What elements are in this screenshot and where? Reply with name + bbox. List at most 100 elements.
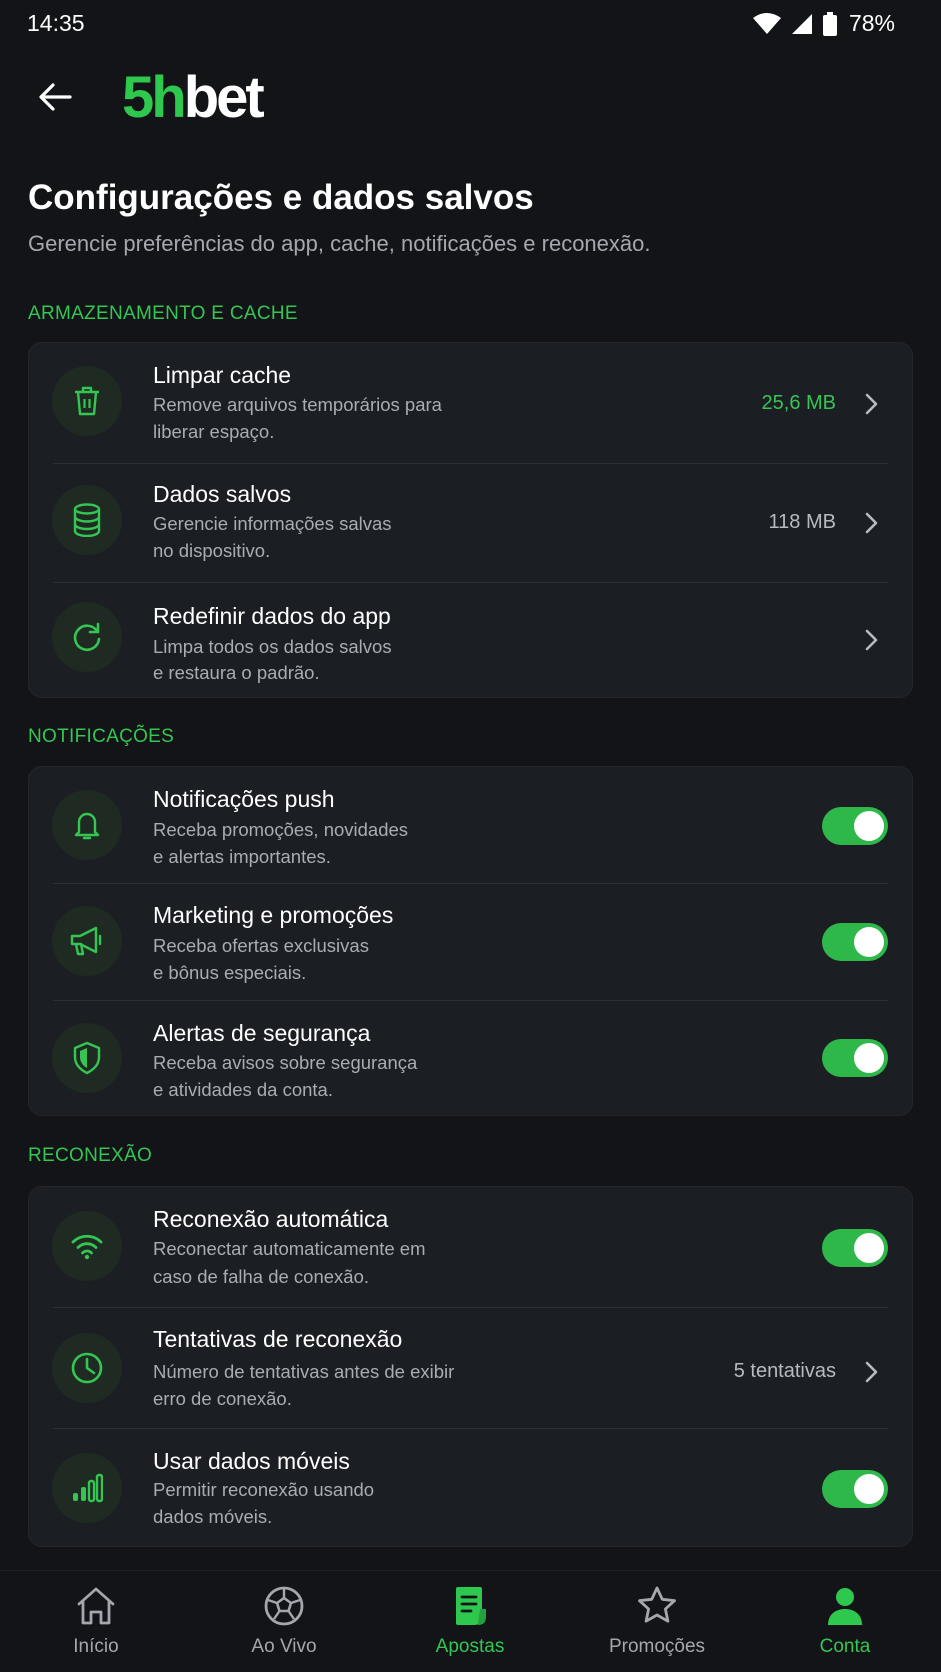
nav-label-promotions: Promoções bbox=[608, 1636, 706, 1657]
status-bar: 14:35 78% bbox=[0, 0, 941, 48]
reconnect-attempts-value: 5 tentativas bbox=[733, 1360, 836, 1382]
section-label-reconnection: RECONEXÃO bbox=[28, 1145, 153, 1166]
reset-app-data-title: Redefinir dados do app bbox=[153, 603, 391, 629]
auto-reconnect-desc-line1: Reconectar automaticamente em bbox=[153, 1238, 426, 1259]
shield-icon bbox=[52, 1023, 122, 1093]
marketing-promotions-row: Marketing e promoções Receba ofertas exc… bbox=[29, 884, 914, 1000]
star-icon bbox=[634, 1583, 680, 1629]
saved-data-row[interactable]: Dados salvos Gerencie informações salvas… bbox=[29, 464, 914, 582]
status-time: 14:35 bbox=[27, 10, 85, 36]
settings-screen: 14:35 78% 5hbet Configurações e dados sa… bbox=[0, 0, 941, 1672]
push-notifications-desc-line2: e alertas importantes. bbox=[153, 846, 331, 867]
page-subtitle: Gerencie preferências do app, cache, not… bbox=[28, 231, 651, 256]
toggle-knob bbox=[854, 927, 884, 957]
section-label-notifications: NOTIFICAÇÕES bbox=[28, 726, 175, 747]
reset-app-data-row[interactable]: Redefinir dados do app Limpa todos os da… bbox=[29, 583, 914, 699]
back-button[interactable] bbox=[30, 72, 80, 122]
mobile-data-desc-line1: Permitir reconexão usando bbox=[153, 1479, 375, 1500]
auto-reconnect-toggle[interactable] bbox=[822, 1229, 888, 1267]
toggle-knob bbox=[854, 1474, 884, 1504]
saved-data-desc-line2: no dispositivo. bbox=[153, 540, 271, 561]
nav-item-promotions[interactable]: Promoções bbox=[563, 1571, 751, 1672]
saved-data-desc-line1: Gerencie informações salvas bbox=[153, 513, 392, 534]
nav-item-live[interactable]: Ao Vivo bbox=[190, 1571, 378, 1672]
signal-bars-icon bbox=[52, 1453, 122, 1523]
push-notifications-desc-line1: Receba promoções, novidades bbox=[153, 819, 409, 840]
arrow-left-icon bbox=[39, 83, 72, 111]
push-notifications-row: Notificações push Receba promoções, novi… bbox=[29, 767, 914, 883]
wifi-icon bbox=[752, 12, 781, 34]
app-header: 5hbet bbox=[0, 58, 941, 138]
reconnect-attempts-row[interactable]: Tentativas de reconexão Número de tentat… bbox=[29, 1308, 914, 1428]
bottom-navigation: Início Ao Vivo Apostas Promoções Conta bbox=[0, 1570, 941, 1672]
soccer-ball-icon bbox=[261, 1583, 307, 1629]
bet-slip-icon bbox=[447, 1583, 493, 1629]
security-alerts-desc-line1: Receba avisos sobre segurança bbox=[153, 1052, 418, 1073]
marketing-promotions-title: Marketing e promoções bbox=[153, 902, 394, 928]
security-alerts-toggle[interactable] bbox=[822, 1039, 888, 1077]
logo-suffix: bet bbox=[183, 65, 265, 130]
saved-data-size-value: 118 MB bbox=[768, 511, 836, 533]
reconnection-card: Reconexão automática Reconectar automati… bbox=[28, 1186, 913, 1547]
clock-icon bbox=[52, 1333, 122, 1403]
database-icon bbox=[52, 485, 122, 555]
chevron-right-icon bbox=[862, 391, 882, 417]
mobile-data-toggle[interactable] bbox=[822, 1470, 888, 1508]
toggle-knob bbox=[854, 1043, 884, 1073]
reconnect-attempts-desc-line2: erro de conexão. bbox=[153, 1388, 292, 1409]
toggle-knob bbox=[854, 811, 884, 841]
page-title: Configurações e dados salvos bbox=[28, 178, 534, 217]
section-label-storage: ARMAZENAMENTO E CACHE bbox=[28, 303, 298, 324]
nav-item-account[interactable]: Conta bbox=[751, 1571, 939, 1672]
marketing-promotions-desc-line1: Receba ofertas exclusivas bbox=[153, 935, 369, 956]
reconnect-attempts-desc-line1: Número de tentativas antes de exibir bbox=[153, 1361, 455, 1382]
bell-icon bbox=[52, 790, 122, 860]
mobile-data-title: Usar dados móveis bbox=[153, 1448, 350, 1474]
nav-item-bets[interactable]: Apostas bbox=[376, 1571, 564, 1672]
status-indicators: 78% bbox=[752, 10, 895, 37]
cache-size-value: 25,6 MB bbox=[761, 392, 836, 414]
clear-cache-title: Limpar cache bbox=[153, 362, 292, 388]
refresh-icon bbox=[52, 602, 122, 672]
trash-icon bbox=[52, 366, 122, 436]
logo-prefix: 5h bbox=[122, 65, 187, 130]
auto-reconnect-row: Reconexão automática Reconectar automati… bbox=[29, 1187, 914, 1307]
user-icon bbox=[822, 1583, 868, 1629]
mobile-data-desc-line2: dados móveis. bbox=[153, 1506, 273, 1527]
clear-cache-row[interactable]: Limpar cache Remove arquivos temporários… bbox=[29, 343, 914, 463]
storage-card: Limpar cache Remove arquivos temporários… bbox=[28, 342, 913, 698]
battery-percent: 78% bbox=[848, 10, 895, 36]
megaphone-icon bbox=[52, 906, 122, 976]
wifi-icon bbox=[52, 1211, 122, 1281]
saved-data-title: Dados salvos bbox=[153, 481, 292, 507]
security-alerts-desc-line2: e atividades da conta. bbox=[153, 1079, 333, 1100]
reconnect-attempts-title: Tentativas de reconexão bbox=[153, 1326, 403, 1352]
nav-label-home: Início bbox=[73, 1636, 119, 1657]
nav-label-bets: Apostas bbox=[435, 1636, 505, 1657]
marketing-promotions-desc-line2: e bônus especiais. bbox=[153, 962, 307, 983]
brand-logo: 5hbet bbox=[122, 65, 265, 130]
nav-item-home[interactable]: Início bbox=[2, 1571, 190, 1672]
nav-label-live: Ao Vivo bbox=[251, 1636, 317, 1657]
auto-reconnect-title: Reconexão automática bbox=[153, 1206, 389, 1232]
security-alerts-title: Alertas de segurança bbox=[153, 1020, 371, 1046]
reset-app-data-desc-line2: e restaura o padrão. bbox=[153, 662, 320, 683]
reset-app-data-desc-line1: Limpa todos os dados salvos bbox=[153, 636, 392, 657]
clear-cache-desc-line1: Remove arquivos temporários para bbox=[153, 394, 442, 415]
home-icon bbox=[73, 1583, 119, 1629]
nav-label-account: Conta bbox=[819, 1636, 871, 1657]
push-notifications-toggle[interactable] bbox=[822, 807, 888, 845]
push-notifications-title: Notificações push bbox=[153, 786, 335, 812]
marketing-promotions-toggle[interactable] bbox=[822, 923, 888, 961]
notifications-card: Notificações push Receba promoções, novi… bbox=[28, 766, 913, 1116]
chevron-right-icon bbox=[862, 627, 882, 653]
auto-reconnect-desc-line2: caso de falha de conexão. bbox=[153, 1266, 369, 1287]
toggle-knob bbox=[854, 1233, 884, 1263]
chevron-right-icon bbox=[862, 510, 882, 536]
mobile-data-row: Usar dados móveis Permitir reconexão usa… bbox=[29, 1429, 914, 1548]
chevron-right-icon bbox=[862, 1359, 882, 1385]
cell-signal-icon bbox=[791, 13, 812, 34]
clear-cache-desc-line2: liberar espaço. bbox=[153, 421, 275, 442]
security-alerts-row: Alertas de segurança Receba avisos sobre… bbox=[29, 1001, 914, 1117]
battery-icon bbox=[822, 11, 837, 36]
